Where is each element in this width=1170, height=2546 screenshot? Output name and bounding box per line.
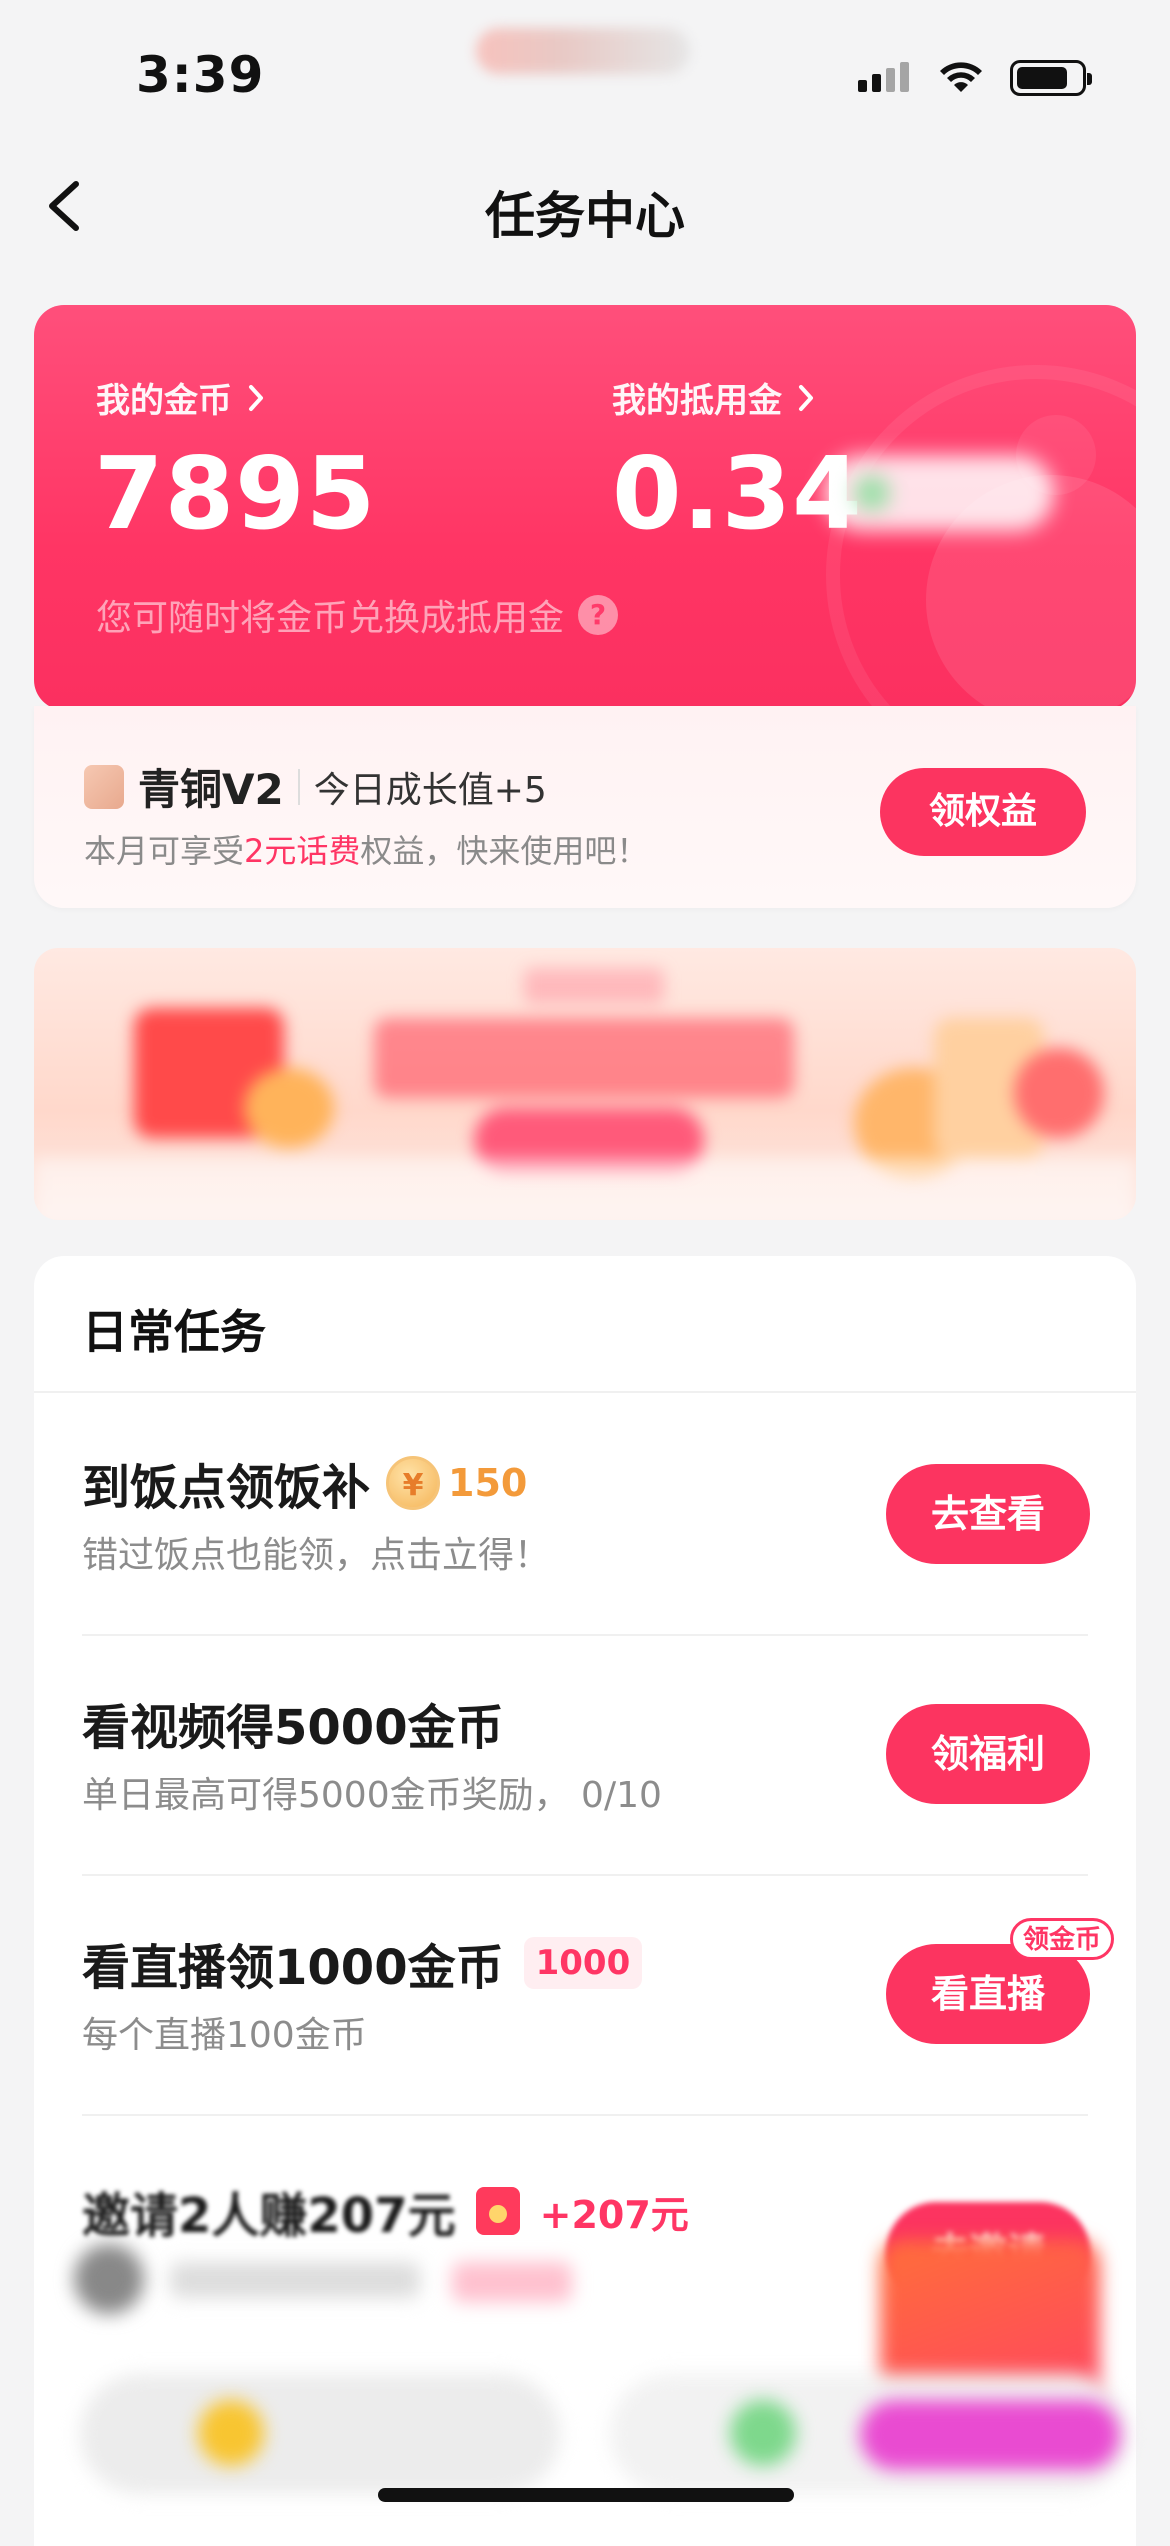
coin-icon: ¥ [386,1456,441,1510]
red-packet-icon [475,2187,520,2235]
wifi-icon [940,62,982,92]
my-coins-link[interactable]: 我的金币 [96,373,266,422]
promo-banner[interactable] [34,948,1136,1220]
task-subtitle: 错过饭点也能领，点击立得！ [82,1535,551,1576]
divider [82,2114,1088,2116]
status-time: 3:39 [136,46,265,104]
level-description: 本月可享受2元话费权益，快来使用吧！ [84,832,649,870]
exchange-hint-text: 您可随时将金币兑换成抵用金 [96,598,565,639]
signal-icon [858,62,909,92]
status-indicator-pill [476,28,690,74]
avatar [74,2244,144,2314]
task-item: 到饭点领饭补 ¥ 150 [82,1448,527,1518]
benefit-highlight: 2元话费 [244,832,361,870]
task-button-view[interactable]: 去查看 [886,1464,1090,1564]
task-title: 看直播领1000金币 [82,1940,504,1996]
section-title: 日常任务 [82,1305,266,1359]
task-item: 看直播领1000金币 1000 [82,1928,643,1998]
divider [34,1391,1136,1393]
battery-icon [1010,60,1092,96]
task-subtitle: 单日最高可得5000金币奖励， 0/10 [82,1775,662,1816]
member-level-card: 青铜V2 今日成长值+5 本月可享受2元话费权益，快来使用吧！ 领权益 [34,706,1136,908]
corner-badge: 领金币 [1010,1918,1115,1960]
chevron-right-icon [249,384,263,411]
blurred-tag [452,2262,572,2302]
chevron-right-icon [799,384,813,411]
level-badge-icon [84,764,124,809]
level-name: 青铜V2 [138,765,284,814]
bottom-cta[interactable] [860,2400,1120,2470]
page-title: 任务中心 [485,187,685,245]
task-item: 邀请2人赚207元 +207元 [82,2176,689,2246]
my-voucher-link[interactable]: 我的抵用金 [612,373,816,422]
task-button-welfare[interactable]: 领福利 [886,1704,1090,1804]
task-subtitle: 每个直播100金币 [82,2015,367,2056]
coin-icon [198,2400,264,2466]
question-icon[interactable]: ? [578,595,619,635]
reward-tag: 1000 [523,1937,643,1989]
task-reward: +207元 [539,2192,689,2237]
task-reward: 150 [448,1461,528,1505]
task-title: 邀请2人赚207元 [82,2188,456,2244]
coins-value: 7895 [94,435,377,552]
claim-benefits-button[interactable]: 领权益 [880,768,1086,856]
divider [82,1874,1088,1876]
my-coins-label: 我的金币 [96,381,232,421]
wallet-card: 我的金币 7895 我的抵用金 0.34 您可随时将金币兑换成抵用金 ? [34,305,1136,710]
growth-value: 今日成长值+5 [313,769,547,811]
task-title: 到饭点领饭补 [82,1460,371,1516]
my-voucher-label: 我的抵用金 [612,381,782,421]
task-title: 看视频得5000金币 [82,1700,504,1756]
blurred-badge [824,455,1054,531]
home-indicator [378,2488,794,2502]
blurred-text [170,2262,420,2298]
bottom-action-left[interactable] [80,2374,560,2494]
divider [297,768,300,805]
bottom-icon [730,2400,796,2466]
divider [82,1634,1088,1636]
exchange-hint[interactable]: 您可随时将金币兑换成抵用金 ? [96,589,619,641]
